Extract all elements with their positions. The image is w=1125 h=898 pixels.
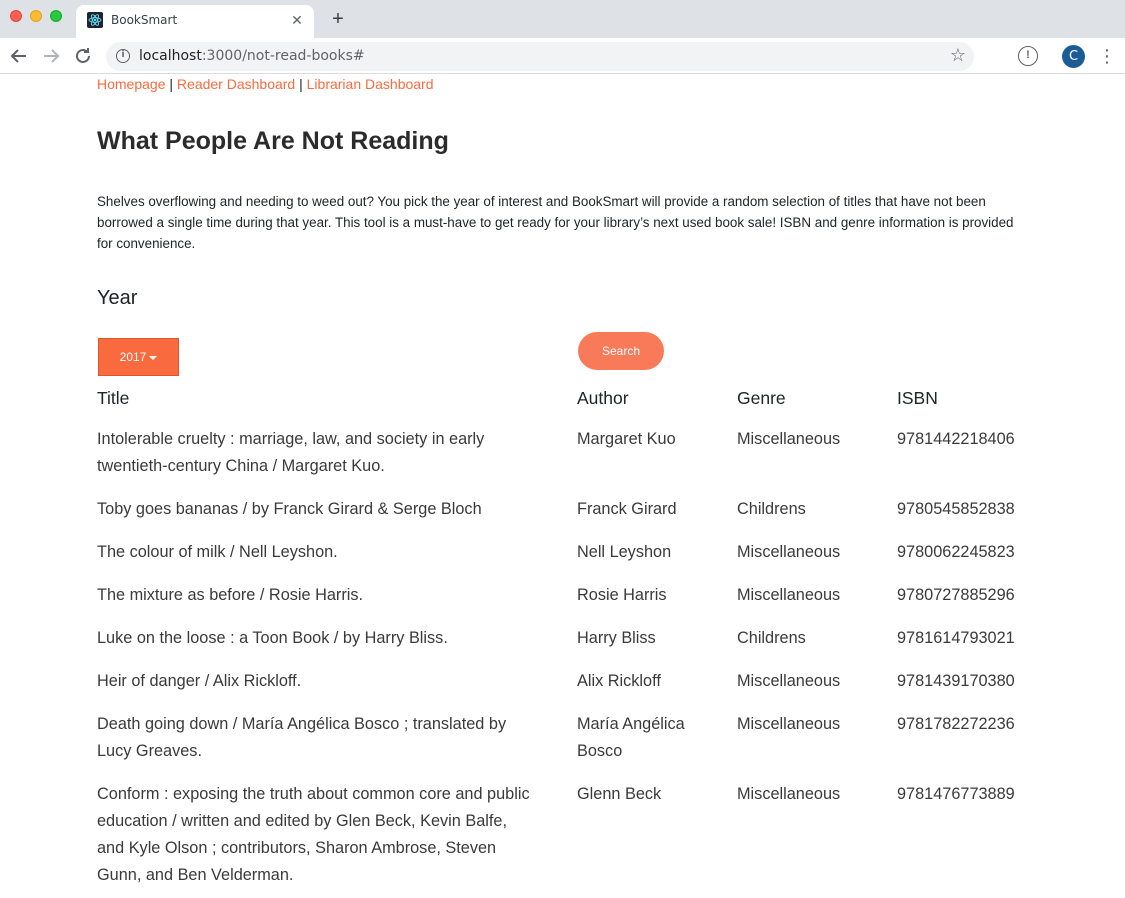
cell-isbn: 9781439170380 (897, 672, 1015, 690)
cell-isbn: 9781782272236 (897, 715, 1015, 733)
column-header-author: Author (577, 388, 629, 408)
column-header-title: Title (97, 388, 130, 408)
top-navigation: Homepage | Reader Dashboard | Librarian … (97, 76, 434, 92)
maximize-window-button[interactable] (50, 10, 62, 22)
browser-toolbar: i localhost:3000/not-read-books# ☆ ! C ⋮ (0, 38, 1125, 74)
browser-tab[interactable]: BookSmart ✕ (76, 5, 314, 38)
tab-close-icon[interactable]: ✕ (288, 11, 306, 29)
cell-title: The mixture as before / Rosie Harris. (97, 586, 364, 604)
homepage-link[interactable]: Homepage (97, 76, 166, 92)
cell-genre: Miscellaneous (737, 543, 841, 561)
url-text: localhost:3000/not-read-books# (139, 48, 365, 64)
year-dropdown[interactable]: 2017 (98, 338, 179, 376)
nav-separator: | (165, 76, 177, 92)
cell-isbn: 9780062245823 (897, 543, 1015, 561)
column-header-genre: Genre (737, 388, 786, 408)
back-arrow-icon[interactable] (7, 44, 31, 68)
cell-title: The colour of milk / Nell Leyshon. (97, 543, 338, 561)
cell-isbn: 9780545852838 (897, 500, 1015, 518)
browser-tab-bar: BookSmart ✕ + (0, 0, 1125, 38)
cell-isbn: 9781476773889 (897, 785, 1015, 803)
reload-icon[interactable] (71, 44, 95, 68)
cell-title: Heir of danger / Alix Rickloff. (97, 672, 302, 690)
page-title: What People Are Not Reading (97, 127, 449, 155)
cell-genre: Miscellaneous (737, 715, 841, 733)
cell-author: Glenn Beck (577, 785, 662, 803)
cell-author: Nell Leyshon (577, 543, 672, 561)
librarian-dashboard-link[interactable]: Librarian Dashboard (307, 76, 434, 92)
year-dropdown-value: 2017 (119, 350, 147, 364)
forward-arrow-icon[interactable] (39, 44, 63, 68)
extension-icon[interactable]: ! (1018, 46, 1038, 66)
site-info-icon[interactable]: i (116, 49, 130, 63)
cell-author: Harry Bliss (577, 629, 656, 647)
cell-genre: Miscellaneous (737, 430, 841, 448)
cell-isbn: 9781614793021 (897, 629, 1015, 647)
cell-genre: Childrens (737, 629, 806, 647)
react-favicon-icon (87, 12, 103, 28)
cell-author: Margaret Kuo (577, 430, 676, 448)
cell-isbn: 9780727885296 (897, 586, 1015, 604)
cell-isbn: 9781442218406 (897, 430, 1015, 448)
cell-genre: Miscellaneous (737, 672, 841, 690)
search-button[interactable]: Search (578, 332, 664, 370)
cell-author: Alix Rickloff (577, 672, 661, 690)
cell-author: Rosie Harris (577, 586, 667, 604)
minimize-window-button[interactable] (30, 10, 42, 22)
caret-down-icon (149, 355, 158, 360)
cell-title: Luke on the loose : a Toon Book / by Har… (97, 629, 448, 647)
cell-title: Conform : exposing the truth about commo… (97, 785, 530, 884)
tab-title: BookSmart (111, 13, 178, 27)
new-tab-icon[interactable]: + (328, 8, 348, 30)
cell-genre: Childrens (737, 500, 806, 518)
intro-paragraph: Shelves overflowing and needing to weed … (97, 194, 1014, 251)
cell-title: Toby goes bananas / by Franck Girard & S… (97, 500, 482, 518)
profile-avatar[interactable]: C (1062, 45, 1085, 68)
reader-dashboard-link[interactable]: Reader Dashboard (177, 76, 295, 92)
cell-title: Death going down / María Angélica Bosco … (97, 715, 507, 760)
browser-menu-icon[interactable]: ⋮ (1098, 44, 1116, 68)
address-bar[interactable]: i localhost:3000/not-read-books# ☆ (106, 42, 974, 71)
close-window-button[interactable] (10, 10, 22, 22)
cell-title: Intolerable cruelty : marriage, law, and… (97, 430, 485, 475)
cell-author: María Angélica Bosco (577, 715, 685, 760)
cell-genre: Miscellaneous (737, 785, 841, 803)
cell-genre: Miscellaneous (737, 586, 841, 604)
year-label: Year (97, 287, 138, 309)
nav-separator: | (295, 76, 307, 92)
cell-author: Franck Girard (577, 500, 677, 518)
bookmark-star-icon[interactable]: ☆ (950, 45, 966, 66)
column-header-isbn: ISBN (897, 388, 938, 408)
